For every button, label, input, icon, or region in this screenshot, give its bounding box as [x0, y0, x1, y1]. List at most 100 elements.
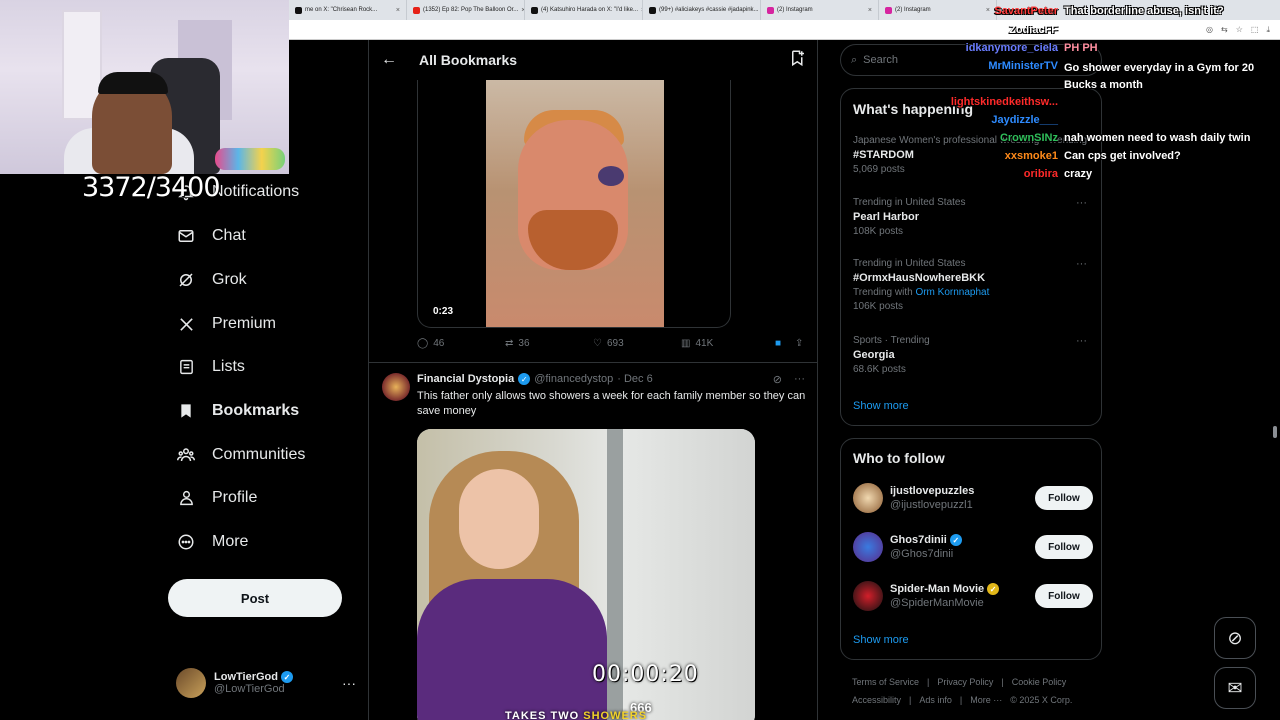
nav-communities[interactable]: Communities — [176, 445, 305, 465]
video-subject-face — [459, 469, 539, 569]
grok-fab-button[interactable]: ⊘ — [1214, 617, 1256, 659]
tab-label: me on X: "Chrisean Rock... — [305, 7, 378, 13]
close-tab-icon[interactable]: × — [396, 7, 400, 14]
search-icon: ⌕ — [851, 53, 858, 66]
footer-ads-link[interactable]: Ads info — [919, 695, 952, 705]
tweet-date[interactable]: · Dec 6 — [617, 373, 652, 385]
follow-button[interactable]: Follow — [1035, 486, 1093, 510]
nav-bookmarks-label: Bookmarks — [212, 402, 300, 419]
page-title: All Bookmarks — [419, 52, 518, 68]
reply-button[interactable]: ◯ 46 — [417, 338, 505, 349]
trend-item[interactable]: Trending in United States Pearl Harbor 1… — [853, 197, 1093, 237]
footer-accessibility-link[interactable]: Accessibility — [852, 695, 901, 705]
show-more-link[interactable]: Show more — [853, 634, 909, 646]
star-icon[interactable]: ☆ — [1236, 25, 1243, 34]
browser-tab[interactable]: (2) Instagram × — [879, 0, 997, 20]
close-tab-icon[interactable]: × — [868, 7, 872, 14]
more-dots-icon[interactable]: ··· — [794, 373, 805, 386]
trend-meta: Trending in United States — [853, 258, 966, 269]
messages-fab-button[interactable]: ✉ — [1214, 667, 1256, 709]
nav-lists[interactable]: Lists — [176, 357, 245, 377]
more-dots-icon[interactable]: ··· — [1076, 197, 1087, 209]
nav-profile[interactable]: Profile — [176, 488, 257, 508]
suggestion-name: Ghos7dinii — [890, 534, 947, 546]
tab-label: (4) Katsuhiro Harada on X: "I'd like... — [541, 7, 638, 13]
back-arrow-icon[interactable]: ← — [381, 51, 397, 69]
webcam-feed — [0, 0, 289, 174]
browser-tab[interactable]: (99+) #aliciakeys #cassie #jadapink...× — [643, 0, 761, 20]
follow-suggestion[interactable]: Spider-Man Movie ✓ @SpiderManMovie Follow — [853, 581, 1093, 611]
close-tab-icon[interactable]: × — [986, 7, 990, 14]
bookmark-icon — [176, 401, 196, 421]
author-handle[interactable]: @financedystop — [534, 373, 613, 385]
person-icon — [176, 488, 196, 508]
mail-icon — [176, 226, 196, 246]
trend-item[interactable]: Trending in United States #OrmxHausNowhe… — [853, 258, 1093, 312]
trend-item[interactable]: Sports · Trending Georgia 68.6K posts ··… — [853, 335, 1093, 375]
footer-terms-link[interactable]: Terms of Service — [852, 677, 919, 687]
communities-icon — [176, 445, 196, 465]
trend-with-link[interactable]: Orm Kornnaphat — [915, 287, 989, 298]
suggestion-handle: @ijustlovepuzzl1 — [890, 499, 973, 511]
tiktok-favicon-icon — [649, 6, 656, 14]
nav-more[interactable]: More — [176, 532, 248, 552]
post-button[interactable]: Post — [168, 579, 342, 617]
more-dots-icon[interactable]: ··· — [342, 675, 356, 691]
page-scrollbar[interactable] — [1272, 40, 1278, 720]
footer-more-link[interactable]: More ··· — [970, 695, 1002, 705]
footer-separator: | — [927, 677, 930, 687]
account-switcher[interactable]: LowTierGod ✓ @LowTierGod ··· — [176, 668, 356, 698]
tweet-video[interactable]: 0:23 — [417, 80, 731, 328]
footer-cookie-link[interactable]: Cookie Policy — [1012, 677, 1067, 687]
translate-icon[interactable]: ⇆ — [1221, 25, 1228, 34]
nav-grok[interactable]: Grok — [176, 270, 247, 290]
nav-notifications-label: Notifications — [212, 183, 300, 200]
grok-icon[interactable]: ◎ — [1206, 25, 1213, 34]
show-more-link[interactable]: Show more — [853, 400, 909, 412]
browser-tab[interactable]: (4) Katsuhiro Harada on X: "I'd like...× — [525, 0, 643, 20]
tweet-video[interactable] — [417, 429, 755, 720]
repost-button[interactable]: ⇄ 36 — [505, 338, 593, 349]
browser-tab[interactable]: me on X: "Chrisean Rock... × — [289, 0, 407, 20]
verified-badge-icon: ✓ — [987, 583, 1000, 595]
extensions-icon[interactable]: ⬚ — [1251, 25, 1259, 34]
nav-bookmarks[interactable]: Bookmarks — [176, 401, 299, 421]
nav-premium-label: Premium — [212, 315, 277, 332]
author-name[interactable]: Financial Dystopia — [417, 373, 514, 385]
views-button[interactable]: ▥ 41K — [681, 338, 769, 349]
like-button[interactable]: ♡ 693 — [593, 338, 681, 349]
more-dots-icon[interactable]: ··· — [1076, 335, 1087, 347]
who-to-follow-panel: Who to follow ijustlovepuzzles @ijustlove… — [840, 438, 1102, 660]
add-folder-icon[interactable] — [789, 49, 807, 71]
bookmark-filled-icon[interactable]: ■ — [775, 338, 781, 349]
download-icon[interactable]: ⤓ — [1266, 25, 1270, 35]
grok-icon[interactable]: ⊘ — [773, 373, 782, 386]
view-count: 41K — [695, 338, 714, 349]
follow-suggestion[interactable]: Ghos7dinii ✓ @Ghos7dinii Follow — [853, 532, 1093, 562]
browser-tab[interactable]: (1352) Ep 82: Pop The Balloon Or... × — [407, 0, 525, 20]
scrollbar-thumb[interactable] — [1273, 426, 1277, 438]
tweet[interactable]: Financial Dystopia ✓ @financedystop · De… — [369, 362, 817, 720]
browser-tab[interactable]: (2) Instagram × — [761, 0, 879, 20]
chat-username: MrMinisterTV — [988, 60, 1058, 72]
footer-separator: | — [959, 695, 963, 705]
tab-label: (1352) Ep 82: Pop The Balloon Or... — [423, 7, 519, 13]
video-duration: 0:23 — [433, 306, 454, 317]
reply-count: 46 — [433, 338, 445, 349]
avatar[interactable] — [382, 373, 410, 401]
trend-title: Georgia — [853, 349, 895, 361]
footer-privacy-link[interactable]: Privacy Policy — [937, 677, 993, 687]
more-dots-icon[interactable]: ··· — [1076, 258, 1087, 270]
follow-button[interactable]: Follow — [1035, 584, 1093, 608]
tab-label: (2) Instagram — [895, 7, 931, 13]
instagram-favicon-icon — [885, 6, 892, 14]
follow-button[interactable]: Follow — [1035, 535, 1093, 559]
nav-premium[interactable]: Premium — [176, 314, 276, 334]
suggestion-name: ijustlovepuzzles — [890, 485, 975, 497]
share-icon[interactable]: ⇪ — [795, 338, 803, 349]
x-favicon-icon — [531, 6, 538, 14]
nav-chat[interactable]: Chat — [176, 226, 246, 246]
follow-suggestion[interactable]: ijustlovepuzzles @ijustlovepuzzl1 Follow — [853, 483, 1093, 513]
stream-counter: 3372/3400 — [82, 172, 221, 203]
trend-title: #OrmxHausNowhereBKK — [853, 272, 986, 284]
